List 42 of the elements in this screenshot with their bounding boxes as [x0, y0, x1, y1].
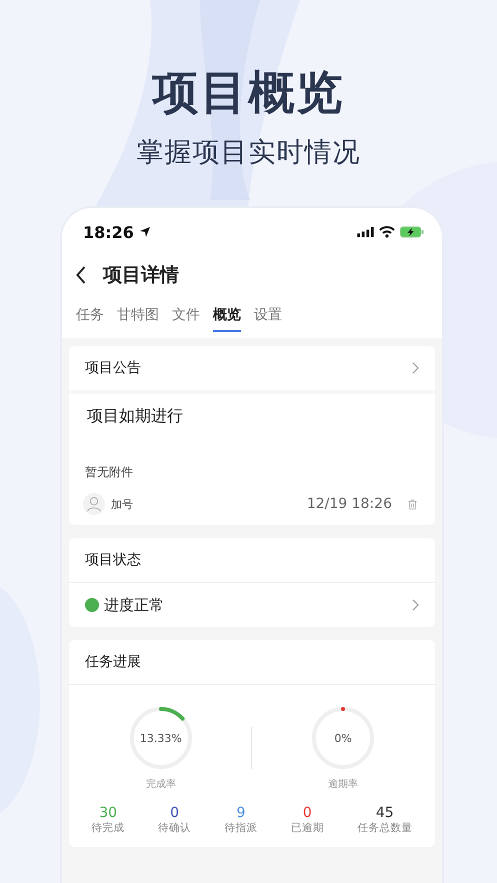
stat-label: 待完成	[92, 821, 125, 835]
stat-value: 45	[376, 805, 394, 821]
section-title: 任务进展	[85, 653, 141, 671]
stat-value: 0	[170, 805, 180, 821]
stat-value: 0	[302, 805, 312, 821]
gauge-label: 完成率	[146, 778, 176, 791]
back-icon[interactable]	[76, 266, 87, 284]
tab[interactable]: 概览	[213, 302, 241, 332]
headline: 项目概览	[152, 64, 344, 121]
progress-ring	[128, 705, 194, 771]
signal-icon	[357, 226, 374, 238]
status-time: 18:26	[83, 222, 134, 242]
section-title: 项目状态	[85, 551, 141, 569]
battery-icon	[400, 226, 424, 238]
post-time: 12/19 18:26	[306, 496, 392, 512]
subtitle: 掌握项目实时情况	[136, 136, 360, 170]
progress-ring	[310, 705, 376, 771]
attachment-note: 暂无附件	[84, 464, 134, 481]
chevron-right-icon[interactable]	[412, 362, 419, 374]
stat-value: 9	[236, 805, 246, 821]
trash-icon[interactable]	[408, 498, 417, 510]
tab[interactable]: 甘特图	[117, 302, 159, 332]
tab[interactable]: 设置	[254, 302, 282, 332]
status-text: 进度正常	[104, 596, 164, 614]
gauge-reading: 13.33%	[140, 732, 182, 744]
stat-value: 30	[99, 805, 118, 821]
stat-label: 已逾期	[290, 821, 324, 835]
avatar-icon	[83, 493, 105, 515]
gauge-label: 逾期率	[328, 778, 358, 791]
stat-label: 待确认	[158, 821, 192, 835]
page-title: 项目详情	[103, 263, 179, 288]
tab[interactable]: 任务	[76, 302, 104, 332]
tab[interactable]: 文件	[172, 302, 200, 332]
gauge-reading: 0%	[334, 732, 352, 744]
wifi-icon	[379, 226, 395, 238]
announcement-text: 项目如期进行	[69, 390, 435, 450]
section-title: 项目公告	[85, 359, 141, 377]
chevron-right-icon[interactable]	[412, 599, 419, 611]
author-name: 加号	[111, 496, 133, 512]
stat-label: 任务总数量	[357, 821, 412, 835]
stat-label: 待指派	[224, 821, 258, 835]
location-icon	[138, 226, 151, 238]
